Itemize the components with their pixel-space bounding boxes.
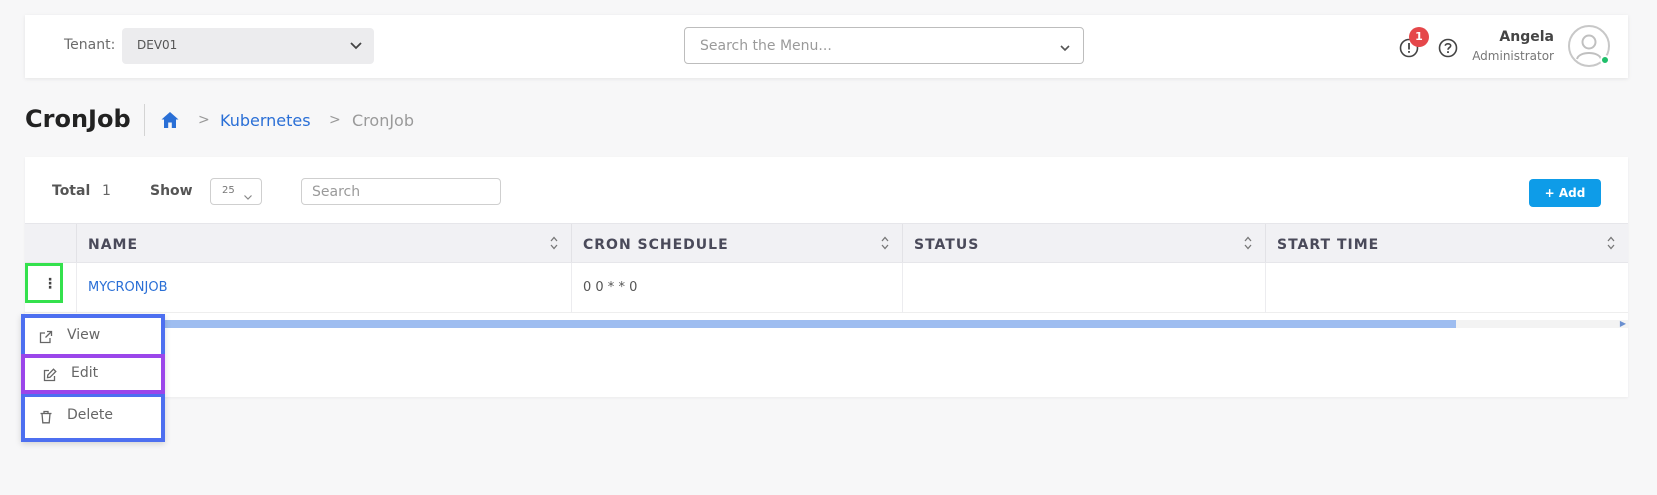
home-icon[interactable] xyxy=(160,110,180,130)
total-count: 1 xyxy=(102,183,111,199)
menu-item-edit[interactable]: Edit xyxy=(21,354,165,394)
total-label: Total xyxy=(52,183,91,199)
menu-item-label: Edit xyxy=(71,365,99,381)
add-button[interactable]: + Add xyxy=(1529,179,1601,207)
column-label: START TIME xyxy=(1277,237,1380,253)
user-name: Angela xyxy=(1499,29,1554,45)
menu-item-delete[interactable]: Delete xyxy=(25,398,161,434)
sort-icon[interactable] xyxy=(1606,235,1616,255)
column-label: STATUS xyxy=(914,237,980,253)
sort-icon[interactable] xyxy=(549,235,559,255)
table-header: NAME CRON SCHEDULE STATUS START TIME xyxy=(25,223,1628,263)
page-size-value: 25 xyxy=(222,185,235,196)
horizontal-scrollbar-thumb[interactable] xyxy=(25,320,1456,328)
menu-item-label: View xyxy=(67,327,101,343)
column-header-cron-schedule[interactable]: CRON SCHEDULE xyxy=(571,224,902,262)
external-link-icon xyxy=(39,329,53,344)
sort-icon[interactable] xyxy=(1243,235,1253,255)
breadcrumb-current: CronJob xyxy=(352,111,414,130)
breadcrumb-kubernetes[interactable]: Kubernetes xyxy=(220,111,311,130)
alert-count-badge: 1 xyxy=(1409,27,1429,47)
chevron-down-icon xyxy=(1059,39,1071,58)
cell-status xyxy=(902,263,1265,313)
menu-search-select[interactable]: Search the Menu... xyxy=(684,27,1084,64)
table-row: ⋮ MYCRONJOB 0 0 * * 0 xyxy=(25,263,1628,313)
top-bar: Tenant: DEV01 Search the Menu... 1 Angel… xyxy=(25,15,1628,78)
menu-divider xyxy=(25,394,161,397)
column-header-name[interactable]: NAME xyxy=(76,224,571,262)
trash-icon xyxy=(39,409,53,424)
column-header-start-time[interactable]: START TIME xyxy=(1265,224,1628,262)
kebab-menu-icon: ⋮ xyxy=(43,276,57,292)
tenant-value: DEV01 xyxy=(137,38,178,52)
cell-cron-schedule: 0 0 * * 0 xyxy=(571,263,902,313)
cell-start-time xyxy=(1265,263,1628,313)
menu-item-view[interactable]: View xyxy=(25,318,161,354)
user-role: Administrator xyxy=(1472,49,1554,63)
scroll-right-icon[interactable]: ▶ xyxy=(1620,319,1626,328)
column-header-status[interactable]: STATUS xyxy=(902,224,1265,262)
column-label: CRON SCHEDULE xyxy=(583,237,729,253)
show-label: Show xyxy=(150,183,193,199)
tenant-label: Tenant: xyxy=(64,37,116,53)
cron-schedule-value: 0 0 * * 0 xyxy=(583,280,638,295)
breadcrumb-separator: > xyxy=(198,112,210,128)
menu-item-label: Delete xyxy=(67,407,113,423)
cronjob-card: Total 1 Show 25 + Add NAME CRON SCHEDULE… xyxy=(25,157,1628,397)
chevron-down-icon xyxy=(348,37,364,57)
breadcrumb-separator: > xyxy=(329,112,341,128)
table-search-input[interactable] xyxy=(301,178,501,205)
title-divider xyxy=(144,104,145,136)
page-title: CronJob xyxy=(25,105,131,133)
row-context-menu: View Edit Delete xyxy=(21,314,165,442)
row-actions-button[interactable]: ⋮ xyxy=(25,263,63,303)
actions-column-header xyxy=(25,224,76,262)
tenant-select[interactable]: DEV01 xyxy=(122,28,374,64)
online-status-dot xyxy=(1600,55,1610,65)
chevron-down-icon xyxy=(243,187,253,206)
cell-name: MYCRONJOB xyxy=(76,263,571,313)
column-label: NAME xyxy=(88,237,139,253)
edit-icon xyxy=(43,367,57,382)
sort-icon[interactable] xyxy=(880,235,890,255)
cronjob-name-link[interactable]: MYCRONJOB xyxy=(88,280,168,295)
menu-search-placeholder: Search the Menu... xyxy=(700,38,832,54)
help-icon[interactable] xyxy=(1438,38,1458,58)
page-size-select[interactable]: 25 xyxy=(210,178,262,205)
